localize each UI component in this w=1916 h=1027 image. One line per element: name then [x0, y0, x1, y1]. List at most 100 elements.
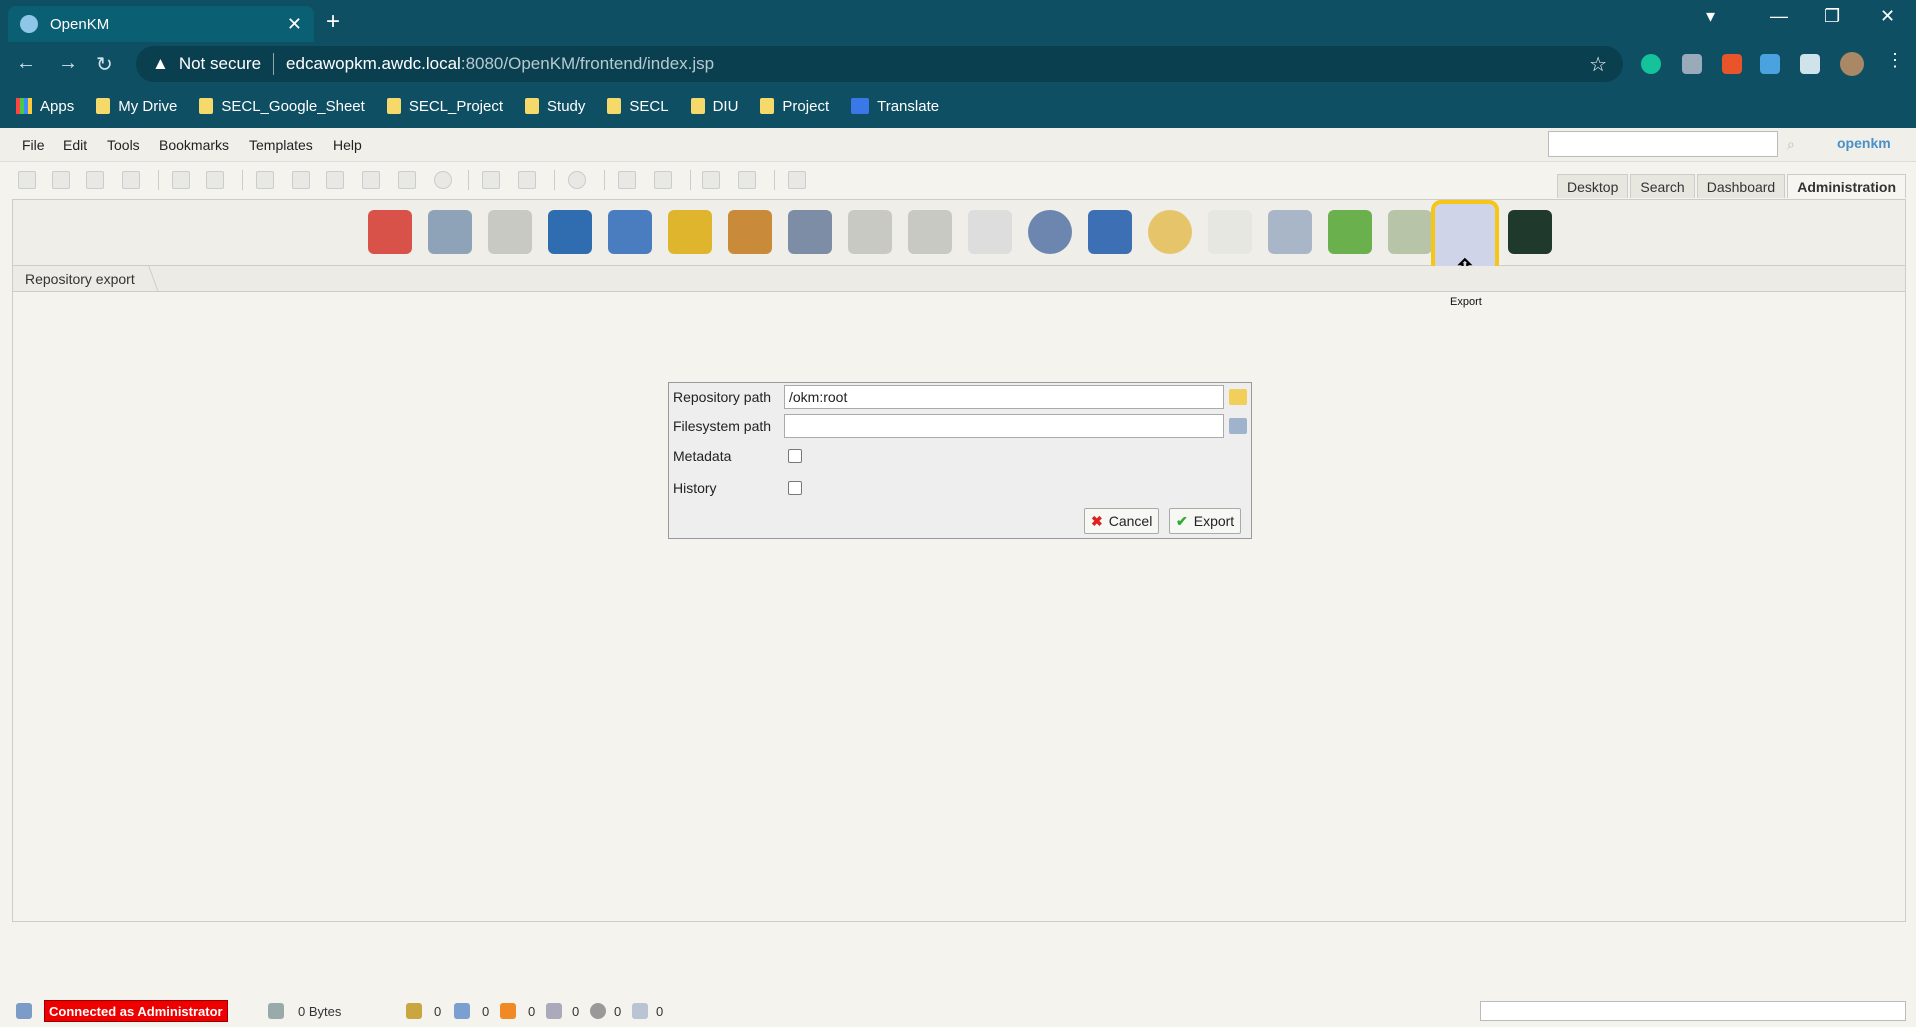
checkout-docs-icon[interactable]	[454, 1003, 470, 1019]
tag-count: 0	[656, 1004, 664, 1019]
tb-document-icon[interactable]	[52, 171, 70, 189]
magnifier-icon[interactable]	[848, 210, 892, 254]
screen-capture-icon[interactable]	[1760, 54, 1780, 74]
tb-delete-icon[interactable]	[434, 171, 452, 189]
history-checkbox[interactable]	[788, 481, 802, 495]
tag-icon[interactable]	[632, 1003, 648, 1019]
filesystem-picker-icon[interactable]	[1229, 418, 1247, 434]
import-icon[interactable]	[1388, 210, 1432, 254]
search-log-icon[interactable]	[488, 210, 532, 254]
bookmark-secl[interactable]: SECL	[607, 97, 669, 115]
forward-icon[interactable]: →	[58, 52, 78, 75]
security-status[interactable]: Not secure	[179, 54, 261, 74]
workflow-gear-icon[interactable]	[590, 1003, 606, 1019]
terminal-icon[interactable]	[1508, 210, 1552, 254]
export-button[interactable]: ✔ Export	[1169, 508, 1242, 534]
bookmark-star-icon[interactable]: ☆	[1589, 52, 1607, 77]
repository-path-input[interactable]	[784, 385, 1224, 409]
folder-icon	[760, 98, 775, 114]
tb-checkin-icon[interactable]	[362, 171, 380, 189]
locked-docs-icon[interactable]	[406, 1003, 422, 1019]
tb-remove-property-icon[interactable]	[518, 171, 536, 189]
menu-dots-icon[interactable]: ⋮	[1886, 50, 1906, 70]
address-bar[interactable]: ▲ Not secure edcawopkm.awdc.local :8080/…	[136, 46, 1623, 82]
tb-cancel-checkout-icon[interactable]	[398, 171, 416, 189]
extensions-puzzle-icon[interactable]	[1800, 54, 1820, 74]
bookmark-study[interactable]: Study	[525, 98, 585, 115]
metadata-checkbox[interactable]	[788, 449, 802, 463]
menu-bookmarks[interactable]: Bookmarks	[159, 137, 229, 153]
tab-administration[interactable]: Administration	[1787, 174, 1906, 198]
tb-unsubscribe-icon[interactable]	[654, 171, 672, 189]
window-tools-icon[interactable]	[1088, 210, 1132, 254]
bookmark-secl-project[interactable]: SECL_Project	[386, 98, 503, 115]
profile-avatar[interactable]	[1840, 52, 1864, 76]
database-icon[interactable]	[788, 210, 832, 254]
diamond-icon[interactable]	[608, 210, 652, 254]
bookmark-label: SECL	[629, 97, 669, 115]
printer-icon[interactable]	[908, 210, 952, 254]
minimize-icon[interactable]: —	[1770, 6, 1788, 27]
menu-edit[interactable]: Edit	[63, 137, 87, 153]
back-icon[interactable]: ←	[16, 52, 36, 75]
new-tab-button[interactable]: +	[326, 8, 340, 36]
reload-icon[interactable]: ↻	[96, 52, 113, 77]
package-icon[interactable]	[1328, 210, 1372, 254]
tb-workflow-icon[interactable]	[568, 171, 586, 189]
tb-unlock-icon[interactable]	[206, 171, 224, 189]
camera-icon[interactable]	[1682, 54, 1702, 74]
search-icon[interactable]: ⌕	[1787, 136, 1803, 152]
menu-file[interactable]: File	[22, 137, 45, 153]
restore-icon[interactable]: ❐	[1824, 6, 1840, 27]
tb-home-icon[interactable]	[738, 171, 756, 189]
bookmark-my-drive[interactable]: My Drive	[96, 98, 177, 115]
tb-refresh-icon[interactable]	[702, 171, 720, 189]
cancel-button[interactable]: ✖ Cancel	[1084, 508, 1160, 534]
tb-edit-icon[interactable]	[86, 171, 104, 189]
menu-tools[interactable]: Tools	[107, 137, 140, 153]
openkm-favicon-icon	[20, 15, 38, 33]
menu-templates[interactable]: Templates	[249, 137, 313, 153]
tb-checkout-icon[interactable]	[326, 171, 344, 189]
bookmark-project[interactable]: Project	[760, 98, 829, 115]
subscriptions-icon[interactable]	[546, 1003, 562, 1019]
extension-icon[interactable]	[1722, 54, 1742, 74]
folder-picker-icon[interactable]	[1229, 389, 1247, 405]
grammarly-icon[interactable]	[1641, 54, 1661, 74]
scissors-ruler-icon[interactable]	[668, 210, 712, 254]
users-icon[interactable]	[728, 210, 772, 254]
clock-icon[interactable]	[1148, 210, 1192, 254]
browser-tab[interactable]: OpenKM ✕	[8, 6, 314, 42]
window-close-icon[interactable]: ✕	[1880, 6, 1895, 27]
tb-print-icon[interactable]	[122, 171, 140, 189]
tab-dashboard[interactable]: Dashboard	[1696, 174, 1786, 198]
bookmark-secl-google-sheet[interactable]: SECL_Google_Sheet	[199, 97, 365, 115]
status-bar: Connected as Administrator 0 Bytes 0 0 0…	[0, 998, 1916, 1027]
monitor-icon[interactable]	[548, 210, 592, 254]
bookmark-label: SECL_Google_Sheet	[221, 97, 365, 115]
tb-scanner-icon[interactable]	[788, 171, 806, 189]
tab-search-icon[interactable]: ▾	[1706, 6, 1715, 27]
tb-add-document-icon[interactable]	[292, 171, 310, 189]
tb-add-folder-icon[interactable]	[256, 171, 274, 189]
tb-folder-icon[interactable]	[18, 171, 36, 189]
tb-lock-icon[interactable]	[172, 171, 190, 189]
settings-gear-icon[interactable]	[1028, 210, 1072, 254]
calendar-icon[interactable]	[968, 210, 1012, 254]
home-icon[interactable]	[368, 210, 412, 254]
bookmark-apps[interactable]: Apps	[16, 98, 74, 115]
tb-subscribe-icon[interactable]	[618, 171, 636, 189]
tb-property-group-icon[interactable]	[482, 171, 500, 189]
list-dots-icon[interactable]	[1208, 210, 1252, 254]
bookmark-diu[interactable]: DIU	[690, 98, 738, 115]
close-tab-icon[interactable]: ✕	[287, 14, 302, 35]
mail-icon[interactable]	[500, 1003, 516, 1019]
bookmark-translate[interactable]: Translate	[851, 98, 939, 115]
pen-icon[interactable]	[1268, 210, 1312, 254]
quick-search-input[interactable]	[1548, 131, 1778, 157]
menu-help[interactable]: Help	[333, 137, 362, 153]
tools-icon[interactable]	[428, 210, 472, 254]
tab-desktop[interactable]: Desktop	[1557, 174, 1629, 198]
tab-search[interactable]: Search	[1630, 174, 1695, 198]
filesystem-path-input[interactable]	[784, 414, 1224, 438]
